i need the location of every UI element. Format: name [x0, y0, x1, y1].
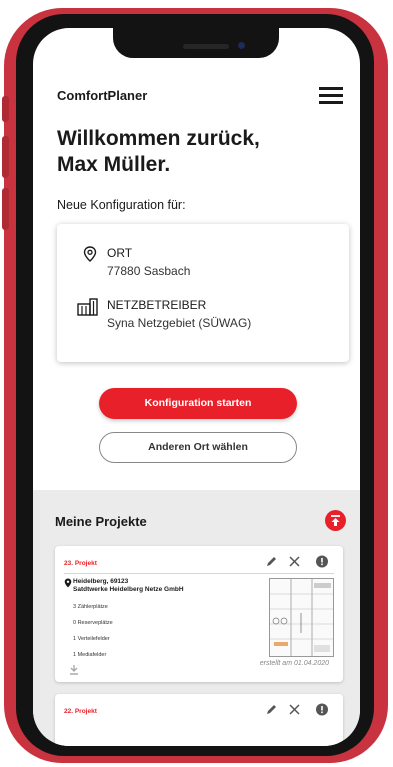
top-bar: ComfortPlaner: [57, 84, 343, 108]
info-icon[interactable]: [316, 703, 328, 716]
operator-label: NETZBETREIBER: [107, 298, 207, 312]
speaker-grille: [183, 44, 229, 49]
project-stat: 3 Zählerplätze: [73, 604, 108, 610]
project-stat: 1 Mediafelder: [73, 652, 107, 658]
location-pin-icon: [83, 246, 97, 262]
welcome-line-1: Willkommen zurück,: [57, 127, 260, 150]
project-name: 22. Projekt: [64, 708, 97, 715]
cabinet-thumbnail: [269, 578, 334, 657]
info-icon[interactable]: [316, 555, 328, 568]
projects-title: Meine Projekte: [55, 514, 147, 529]
project-actions: [263, 554, 333, 568]
location-card: ORT 77880 Sasbach NETZBETREIBER Syna Net…: [57, 224, 349, 362]
projects-section: Meine Projekte 23. Projekt Heidelberg, 6…: [33, 490, 360, 746]
project-operator: Satdtwerke Heidelberg Netze GmbH: [73, 586, 184, 593]
power-grid-icon: [77, 298, 98, 316]
welcome-line-2: Max Müller.: [57, 153, 171, 176]
location-label: ORT: [107, 246, 133, 260]
volume-up-button: [2, 136, 9, 178]
app-screen: ComfortPlaner Willkommen zurück, Max Mül…: [33, 28, 360, 746]
project-divider: [64, 573, 334, 574]
project-location: Heidelberg, 69123: [73, 578, 129, 585]
change-location-button[interactable]: Anderen Ort wählen: [99, 432, 297, 463]
app-title: ComfortPlaner: [57, 88, 148, 103]
project-actions: [263, 702, 333, 716]
download-icon[interactable]: [69, 664, 79, 675]
project-card[interactable]: 23. Projekt Heidelberg, 69123 Satdtwerke…: [55, 546, 343, 682]
volume-down-button: [2, 188, 9, 230]
front-camera: [238, 42, 245, 49]
edit-icon[interactable]: [267, 705, 276, 714]
location-pin-icon: [64, 578, 72, 588]
project-card[interactable]: 22. Projekt: [55, 694, 343, 746]
project-created-date: erstellt am 01.04.2020: [259, 660, 329, 667]
upload-project-button[interactable]: [325, 510, 346, 531]
delete-icon[interactable]: [289, 704, 300, 715]
phone-notch: [113, 28, 279, 58]
upload-icon: [331, 515, 340, 526]
project-name: 23. Projekt: [64, 560, 97, 567]
project-stat: 1 Verteilefelder: [73, 636, 110, 642]
project-stat: 0 Reserveplätze: [73, 620, 113, 626]
mute-switch: [2, 96, 9, 122]
delete-icon[interactable]: [289, 556, 300, 567]
new-config-label: Neue Konfiguration für:: [57, 198, 186, 212]
start-configuration-button[interactable]: Konfiguration starten: [99, 388, 297, 419]
welcome-heading: Willkommen zurück, Max Müller.: [57, 126, 337, 178]
location-value: 77880 Sasbach: [107, 264, 191, 278]
hamburger-menu-icon[interactable]: [319, 87, 343, 105]
operator-value: Syna Netzgebiet (SÜWAG): [107, 316, 252, 330]
edit-icon[interactable]: [267, 557, 276, 566]
